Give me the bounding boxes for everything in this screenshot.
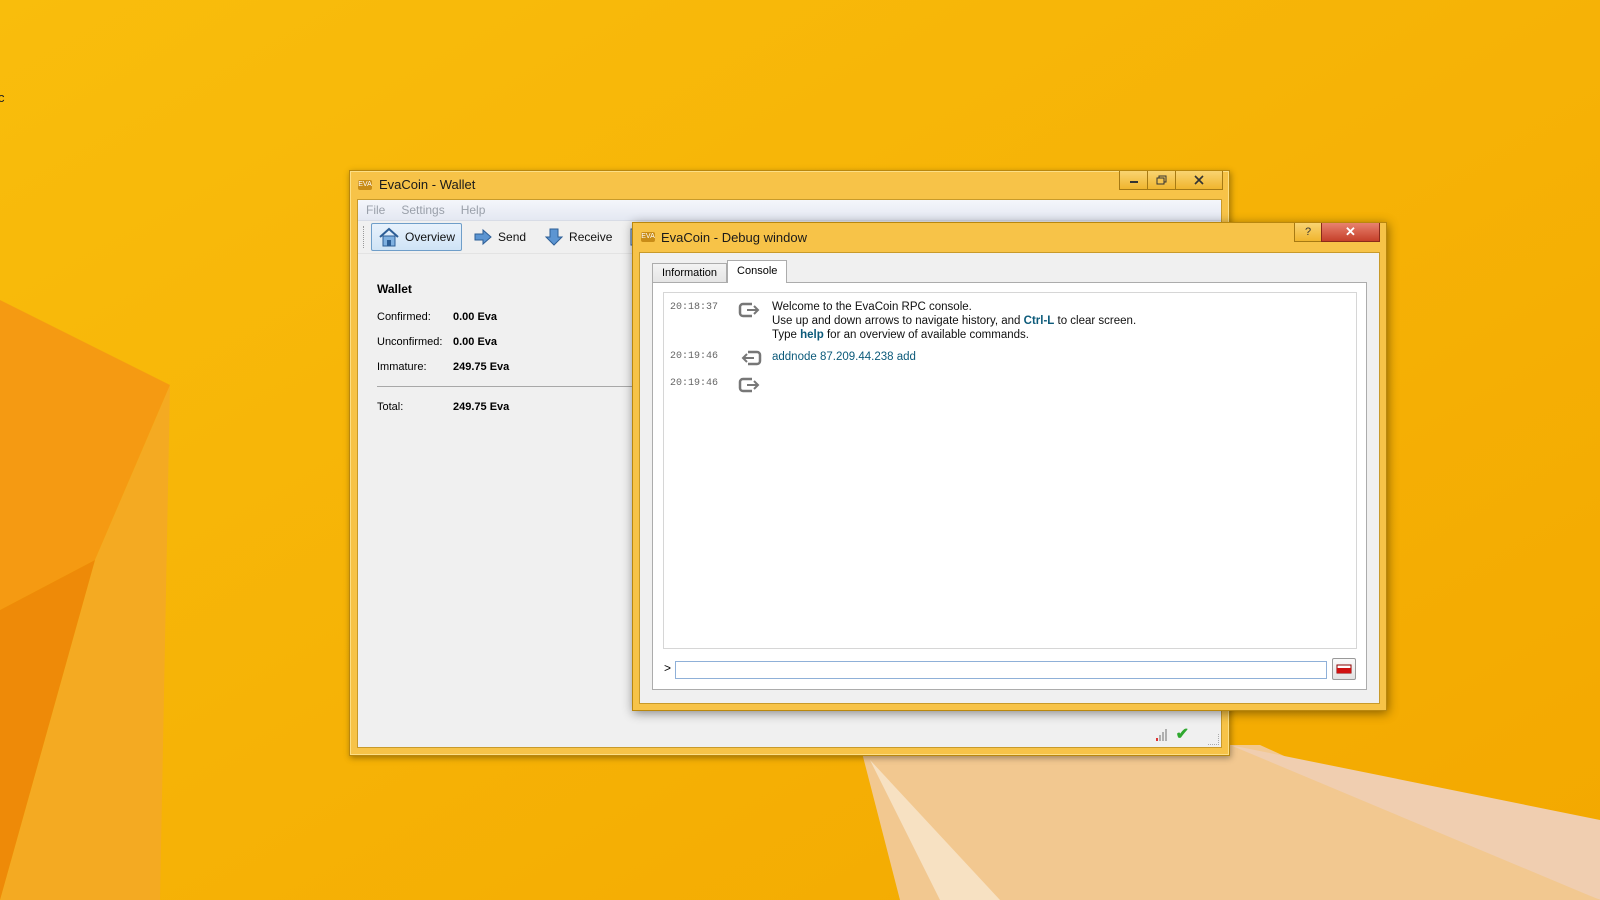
status-bar: ✔ <box>358 721 1221 747</box>
welcome-line-2-text: Use up and down arrows to navigate histo… <box>772 315 1024 327</box>
unconfirmed-label: Unconfirmed: <box>377 335 443 348</box>
receive-arrow-icon <box>544 228 564 246</box>
immature-label: Immature: <box>377 360 427 373</box>
welcome-line-3-tail: for an overview of available commands. <box>823 329 1029 341</box>
send-label: Send <box>498 230 527 244</box>
send-button[interactable]: Send <box>466 223 533 251</box>
debug-window[interactable]: EVA EvaCoin - Debug window ? ✕ Informati… <box>632 222 1387 711</box>
command-text: addnode 87.209.44.238 add <box>772 351 916 363</box>
welcome-line-1: Welcome to the EvaCoin RPC console. <box>772 301 972 313</box>
receive-button[interactable]: Receive <box>537 223 619 251</box>
debug-client-area: Information Console 20:18:37 Welcome to … <box>639 252 1380 704</box>
confirmed-label: Confirmed: <box>377 310 431 323</box>
command-icon <box>738 349 762 370</box>
clear-console-button[interactable] <box>1332 658 1356 680</box>
reply-icon <box>738 301 762 322</box>
minimize-button[interactable] <box>1119 171 1148 190</box>
resize-grip[interactable] <box>1208 734 1219 745</box>
home-icon <box>379 227 399 247</box>
help-keyword: help <box>800 329 824 341</box>
confirmed-row: Confirmed: 0.00 Eva <box>377 304 632 329</box>
maximize-button[interactable] <box>1147 171 1176 190</box>
debug-titlebar[interactable]: EVA EvaCoin - Debug window ? ✕ <box>633 223 1386 251</box>
restore-icon <box>1156 175 1167 185</box>
debug-tab-bar: Information Console <box>652 260 788 283</box>
minimize-icon <box>1129 181 1138 183</box>
unconfirmed-row: Unconfirmed: 0.00 Eva <box>377 329 632 354</box>
close-icon <box>1194 175 1204 185</box>
tab-console[interactable]: Console <box>727 260 788 283</box>
send-arrow-icon <box>474 228 492 246</box>
welcome-line-2: Use up and down arrows to navigate histo… <box>772 314 1136 328</box>
welcome-line-3-text: Type <box>772 329 801 341</box>
menu-settings[interactable]: Settings <box>401 203 444 217</box>
total-row: Total: 249.75 Eva <box>377 394 632 419</box>
connections-signal-icon[interactable] <box>1156 729 1167 741</box>
wallet-close-button[interactable] <box>1175 171 1223 190</box>
immature-value: 249.75 Eva <box>453 360 510 373</box>
tab-information[interactable]: Information <box>652 263 728 283</box>
desktop-edge-glyph: c <box>0 90 5 105</box>
overview-label: Overview <box>405 230 456 244</box>
message-time: 20:18:37 <box>670 302 719 313</box>
console-message: 20:19:46 addnode 87.209.44.238 add <box>664 349 1356 369</box>
reply-icon <box>738 376 762 397</box>
welcome-line-3: Type help for an overview of available c… <box>772 328 1136 342</box>
console-message: 20:18:37 Welcome to the EvaCoin RPC cons… <box>664 300 1356 344</box>
toolbar-grip[interactable] <box>363 226 367 248</box>
console-output[interactable]: 20:18:37 Welcome to the EvaCoin RPC cons… <box>663 292 1357 649</box>
total-value: 249.75 Eva <box>453 400 510 413</box>
debug-window-title: EvaCoin - Debug window <box>661 230 807 245</box>
wallet-window-title: EvaCoin - Wallet <box>379 177 476 192</box>
welcome-line-2-tail: to clear screen. <box>1054 315 1137 327</box>
wallet-overview-panel: Wallet Confirmed: 0.00 Eva Unconfirmed: … <box>377 282 632 419</box>
ctrl-l-keyword: Ctrl-L <box>1023 315 1055 327</box>
synced-check-icon[interactable]: ✔ <box>1176 724 1189 744</box>
confirmed-value: 0.00 Eva <box>453 310 498 323</box>
receive-label: Receive <box>569 230 613 244</box>
menu-help[interactable]: Help <box>461 203 486 217</box>
total-label: Total: <box>377 400 404 413</box>
immature-row: Immature: 249.75 Eva <box>377 354 632 379</box>
clear-icon <box>1336 664 1352 674</box>
balance-divider <box>377 386 632 387</box>
console-input[interactable] <box>675 661 1327 679</box>
menu-bar: File Settings Help <box>358 200 1221 221</box>
menu-file[interactable]: File <box>366 203 385 217</box>
evacoin-debug-app-icon: EVA <box>641 232 655 242</box>
console-tab-pane: 20:18:37 Welcome to the EvaCoin RPC cons… <box>652 282 1367 690</box>
message-time: 20:19:46 <box>670 351 719 362</box>
unconfirmed-value: 0.00 Eva <box>453 335 498 348</box>
evacoin-app-icon: EVA <box>358 180 372 190</box>
wallet-heading: Wallet <box>377 282 412 296</box>
message-time: 20:19:46 <box>670 378 719 389</box>
overview-button[interactable]: Overview <box>371 223 463 251</box>
welcome-message: Welcome to the EvaCoin RPC console. Use … <box>772 300 1136 342</box>
wallet-titlebar[interactable]: EVA EvaCoin - Wallet <box>350 171 1229 199</box>
debug-close-button[interactable]: ✕ <box>1321 223 1380 242</box>
help-button[interactable]: ? <box>1294 223 1322 242</box>
console-message: 20:19:46 <box>664 376 1356 396</box>
console-prompt: > <box>664 661 672 675</box>
